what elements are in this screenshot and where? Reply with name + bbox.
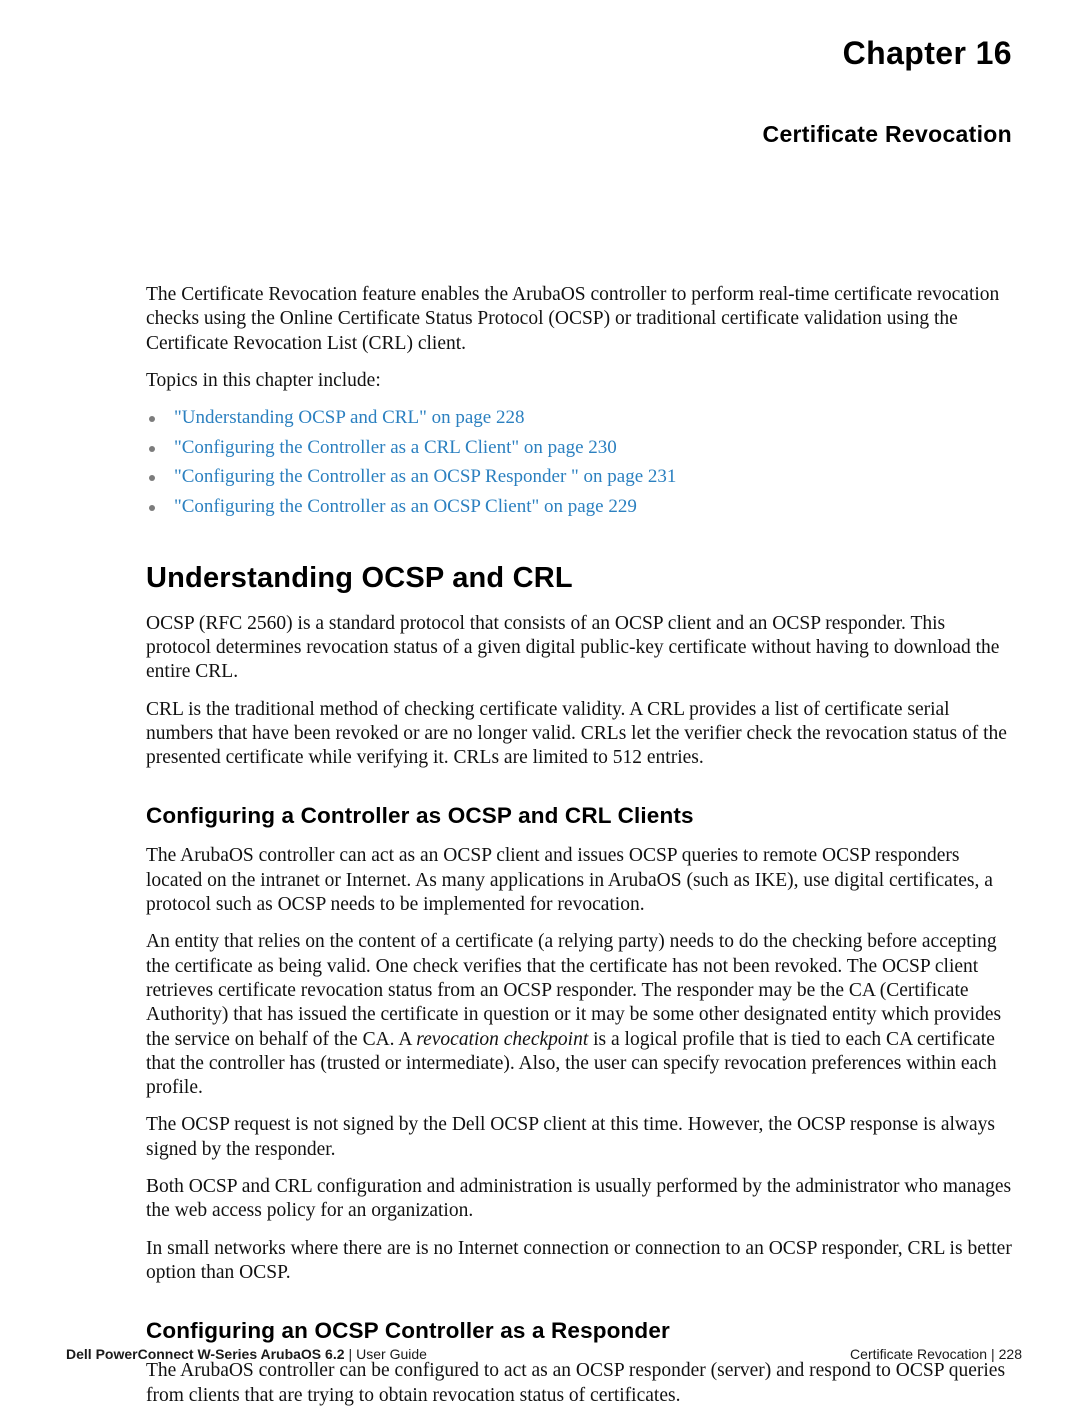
subsection-paragraph: The OCSP request is not signed by the De… <box>146 1114 996 1160</box>
list-item[interactable]: "Configuring the Controller as an OCSP C… <box>146 495 1012 519</box>
footer-separator: | <box>348 1346 353 1362</box>
bullet-icon <box>149 504 155 511</box>
subsection-paragraph: In small networks where there are is no … <box>146 1237 1012 1283</box>
bullet-icon <box>149 475 155 482</box>
bullet-icon <box>149 445 155 452</box>
chapter-topics-list: "Understanding OCSP and CRL" on page 228… <box>146 406 1012 519</box>
intro-paragraph-1: The Certificate Revocation feature enabl… <box>146 284 1000 354</box>
topic-link[interactable]: "Configuring the Controller as a CRL Cli… <box>174 437 617 458</box>
subsection-paragraph: Both OCSP and CRL configuration and admi… <box>146 1176 1012 1222</box>
subsection-heading-ocsp-crl-clients: Configuring a Controller as OCSP and CRL… <box>146 803 694 829</box>
footer-chapter-name: Certificate Revocation <box>850 1346 987 1362</box>
footer-left: Dell PowerConnect W-Series ArubaOS 6.2 | U… <box>66 1346 427 1362</box>
subsection-paragraph: The ArubaOS controller can act as an OCS… <box>146 845 993 916</box>
subsection-heading-ocsp-responder: Configuring an OCSP Controller as a Resp… <box>146 1318 670 1344</box>
subsection-paragraph: The ArubaOS controller can be configured… <box>146 1360 1006 1406</box>
section-heading-understanding-ocsp-crl: Understanding OCSP and CRL <box>146 561 573 594</box>
subsection-paragraph-relying-party: An entity that relies on the content of … <box>146 930 1012 1100</box>
bullet-icon <box>149 416 155 423</box>
chapter-number-title: Chapter 16 <box>842 35 1012 71</box>
section-paragraph: OCSP (RFC 2560) is a standard protocol t… <box>146 612 1000 683</box>
topic-link[interactable]: "Understanding OCSP and CRL" on page 228 <box>174 407 524 428</box>
document-page: Chapter 16 Certificate Revocation The Ce… <box>0 0 1080 1405</box>
footer-separator: | <box>991 1346 995 1362</box>
chapter-header: Chapter 16 <box>0 35 1012 71</box>
list-item[interactable]: "Understanding OCSP and CRL" on page 228 <box>146 406 1012 430</box>
footer-page-number: 228 <box>998 1346 1022 1362</box>
page-footer: Dell PowerConnect W-Series ArubaOS 6.2 | U… <box>66 1346 1022 1362</box>
emphasis-revocation-checkpoint: revocation checkpoint <box>416 1028 589 1050</box>
chapter-subtitle: Certificate Revocation <box>762 121 1012 147</box>
section-paragraph: CRL is the traditional method of checkin… <box>146 698 1007 769</box>
topic-link[interactable]: "Configuring the Controller as an OCSP R… <box>174 466 676 487</box>
footer-doc-type: User Guide <box>356 1346 427 1362</box>
footer-product-name: Dell PowerConnect W-Series ArubaOS 6.2 <box>66 1346 345 1362</box>
footer-right: Certificate Revocation | 228 <box>850 1346 1022 1362</box>
topic-link[interactable]: "Configuring the Controller as an OCSP C… <box>174 496 637 517</box>
list-item[interactable]: "Configuring the Controller as an OCSP R… <box>146 465 1012 489</box>
list-item[interactable]: "Configuring the Controller as a CRL Cli… <box>146 436 1012 460</box>
page-content: The Certificate Revocation feature enabl… <box>146 283 1012 1408</box>
intro-paragraph-2: Topics in this chapter include: <box>146 369 381 391</box>
